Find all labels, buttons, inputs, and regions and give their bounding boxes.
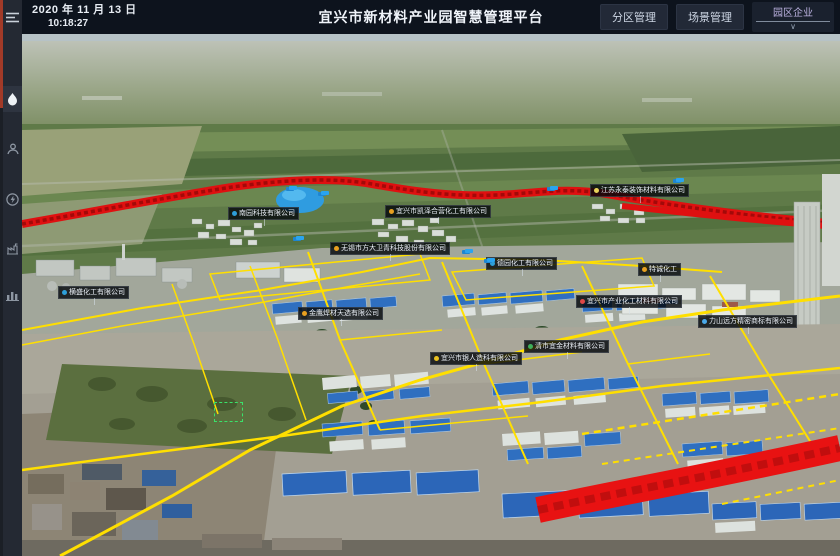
company-label[interactable]: 德园化工有限公司 [486, 257, 557, 270]
company-logo-icon [580, 299, 585, 304]
current-date: 2020 年 11 月 13 日 [32, 4, 137, 18]
company-label[interactable]: 无锡市方大卫青科技股份有限公司 [330, 242, 450, 255]
company-logo-icon [434, 356, 439, 361]
company-label-text: 德园化工有限公司 [497, 259, 553, 268]
company-label-text: 金鹰焊材天选有限公司 [309, 309, 379, 318]
company-label[interactable]: 宜兴市凯泽合营化工有限公司 [385, 205, 491, 218]
chevron-down-icon: ∨ [756, 22, 830, 31]
menu-icon [6, 12, 19, 23]
map-scene [22, 34, 840, 556]
truck-icon[interactable] [321, 191, 329, 195]
company-logo-icon [62, 290, 67, 295]
company-label[interactable]: 金鹰焊材天选有限公司 [298, 307, 383, 320]
sidebar-accent-strip-lower [0, 108, 3, 556]
company-logo-icon [302, 311, 307, 316]
company-logo-icon [642, 267, 647, 272]
factory-icon [6, 243, 19, 255]
company-logo-icon [528, 344, 533, 349]
flame-icon [7, 93, 18, 106]
map-3d-viewport[interactable] [22, 34, 840, 556]
company-label-text: 宜兴市银人造科有限公司 [441, 354, 518, 363]
company-label[interactable]: 宜兴市产业化工材料有限公司 [576, 295, 682, 308]
scene-management-button[interactable]: 场景管理 [676, 4, 744, 30]
truck-icon[interactable] [487, 258, 495, 262]
zone-management-button[interactable]: 分区管理 [600, 4, 668, 30]
left-sidebar [0, 0, 22, 556]
park-enterprise-select[interactable]: 园区企业 ∨ [752, 2, 834, 32]
company-logo-icon [334, 246, 339, 251]
company-label[interactable]: 清市宜金材料有限公司 [524, 340, 609, 353]
truck-icon[interactable] [465, 249, 473, 253]
company-label-text: 南园科技有限公司 [239, 209, 295, 218]
current-time: 10:18:27 [48, 18, 137, 31]
company-label-text: 江苏永泰装饰材料有限公司 [601, 186, 685, 195]
company-label[interactable]: 特诚化工 [638, 263, 681, 276]
company-label[interactable]: 力山远方精密商标有限公司 [698, 315, 797, 328]
power-icon [6, 193, 19, 206]
bar-chart-icon [6, 289, 19, 301]
company-logo-icon [594, 188, 599, 193]
company-label-text: 无锡市方大卫青科技股份有限公司 [341, 244, 446, 253]
company-label-text: 宜兴市产业化工材料有限公司 [587, 297, 678, 306]
company-label[interactable]: 宜兴市银人造科有限公司 [430, 352, 522, 365]
sidebar-item-fire[interactable] [3, 86, 22, 112]
company-logo-icon [702, 319, 707, 324]
truck-icon[interactable] [676, 178, 684, 182]
topbar-actions: 分区管理 场景管理 园区企业 ∨ [600, 0, 834, 34]
sidebar-item-menu[interactable] [3, 4, 22, 30]
truck-icon[interactable] [296, 236, 304, 240]
company-label-text: 特诚化工 [649, 265, 677, 274]
park-enterprise-select-label: 园区企业 [756, 4, 830, 22]
sidebar-item-personnel[interactable] [3, 136, 22, 162]
sidebar-item-enterprise[interactable] [3, 236, 22, 262]
truck-icon[interactable] [289, 186, 297, 190]
sidebar-item-statistics[interactable] [3, 282, 22, 308]
company-logo-icon [389, 209, 394, 214]
company-label-text: 横盛化工有限公司 [69, 288, 125, 297]
company-label[interactable]: 南园科技有限公司 [228, 207, 299, 220]
company-logo-icon [232, 211, 237, 216]
sidebar-item-energy[interactable] [3, 186, 22, 212]
company-label-text: 清市宜金材料有限公司 [535, 342, 605, 351]
company-label-text: 宜兴市凯泽合营化工有限公司 [396, 207, 487, 216]
truck-icon[interactable] [550, 186, 558, 190]
person-icon [7, 143, 19, 155]
company-label[interactable]: 江苏永泰装饰材料有限公司 [590, 184, 689, 197]
company-label[interactable]: 横盛化工有限公司 [58, 286, 129, 299]
top-bar: 2020 年 11 月 13 日 10:18:27 宜兴市新材料产业园智慧管理平… [22, 0, 840, 34]
datetime-block: 2020 年 11 月 13 日 10:18:27 [32, 4, 137, 30]
company-label-text: 力山远方精密商标有限公司 [709, 317, 793, 326]
